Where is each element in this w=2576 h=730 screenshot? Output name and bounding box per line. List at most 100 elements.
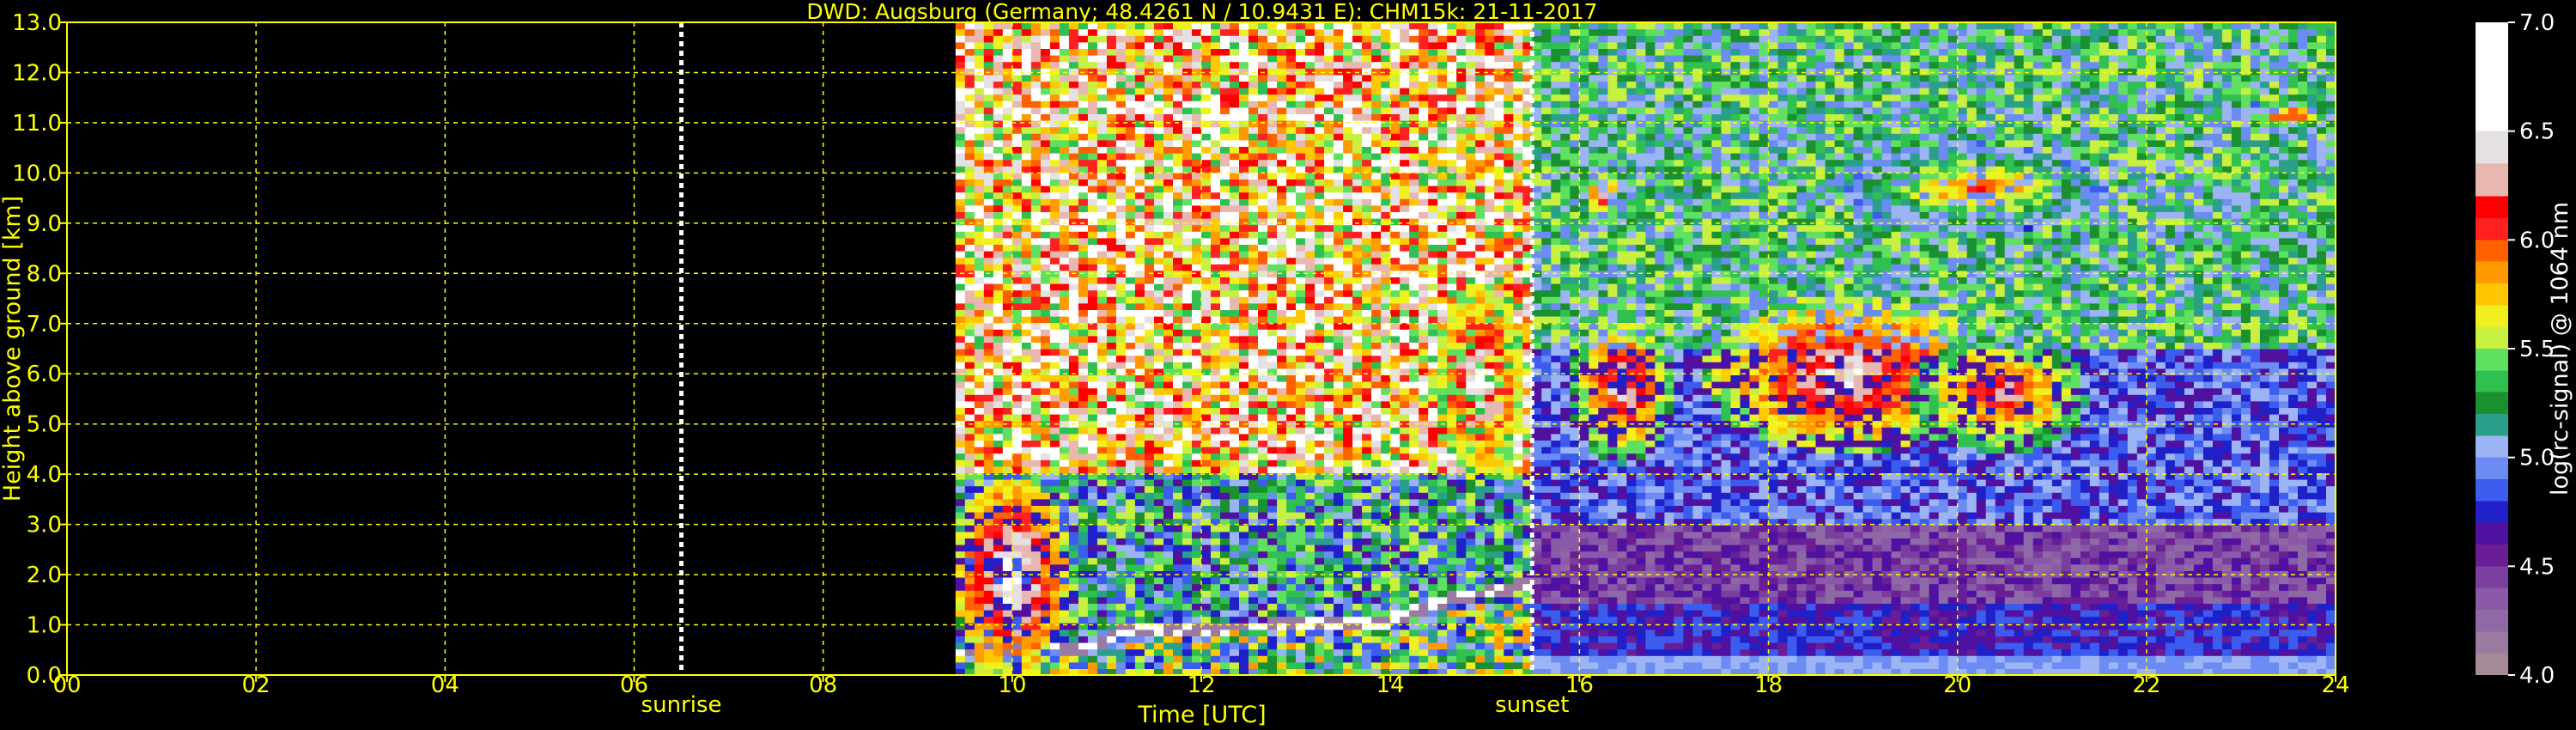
data-cell bbox=[1049, 211, 1060, 219]
data-cell bbox=[1030, 251, 1042, 259]
data-cell bbox=[1258, 186, 1268, 193]
data-cell bbox=[1305, 153, 1315, 161]
data-cell bbox=[1343, 211, 1353, 219]
data-cell bbox=[1182, 479, 1193, 487]
data-cell bbox=[1258, 374, 1268, 382]
data-cell bbox=[1163, 244, 1174, 252]
data-cell bbox=[1040, 655, 1051, 663]
data-cell bbox=[1249, 642, 1259, 650]
data-cell bbox=[1059, 362, 1070, 369]
data-cell bbox=[1296, 309, 1306, 317]
data-cell bbox=[1381, 74, 1391, 82]
data-cell bbox=[1125, 211, 1136, 219]
data-cell bbox=[1239, 316, 1249, 324]
data-cell bbox=[1115, 505, 1127, 513]
data-cell bbox=[1192, 590, 1202, 598]
data-cell bbox=[1343, 342, 1353, 350]
data-cell bbox=[1400, 224, 1410, 232]
data-cell bbox=[1068, 505, 1079, 513]
data-cell bbox=[1201, 166, 1212, 173]
data-cell bbox=[1040, 531, 1051, 538]
data-cell bbox=[1390, 257, 1400, 265]
data-cell bbox=[1192, 544, 1202, 552]
data-cell bbox=[1249, 218, 1259, 226]
data-cell bbox=[1068, 610, 1079, 617]
data-cell bbox=[1249, 302, 1259, 310]
data-cell bbox=[1230, 440, 1240, 447]
data-cell bbox=[1144, 237, 1155, 245]
data-cell bbox=[1078, 224, 1089, 232]
data-cell bbox=[1305, 204, 1315, 212]
data-cell bbox=[1381, 648, 1391, 656]
data-cell bbox=[1115, 106, 1127, 114]
data-cell bbox=[1315, 264, 1325, 271]
data-cell bbox=[1324, 374, 1334, 382]
data-cell bbox=[1115, 590, 1127, 598]
data-cell bbox=[974, 563, 985, 571]
data-cell bbox=[1334, 642, 1344, 650]
data-cell bbox=[1182, 414, 1193, 422]
data-cell bbox=[1134, 74, 1145, 82]
data-cell bbox=[1220, 531, 1230, 538]
data-cell bbox=[1125, 198, 1136, 206]
data-cell bbox=[1400, 153, 1410, 161]
data-cell bbox=[1352, 257, 1363, 265]
data-cell bbox=[1362, 583, 1372, 591]
data-cell bbox=[955, 544, 966, 552]
data-cell bbox=[1163, 648, 1174, 656]
data-cell bbox=[1125, 655, 1136, 663]
data-cell bbox=[1334, 61, 1344, 69]
data-cell bbox=[1097, 590, 1108, 598]
data-cell bbox=[1220, 88, 1230, 95]
data-cell bbox=[955, 648, 966, 656]
data-cell bbox=[1419, 616, 1429, 624]
data-cell bbox=[1409, 335, 1419, 343]
data-cell bbox=[1201, 563, 1212, 571]
data-cell bbox=[1220, 447, 1230, 454]
data-cell bbox=[1144, 505, 1155, 513]
data-cell bbox=[1230, 277, 1240, 284]
data-cell bbox=[1087, 525, 1098, 532]
data-cell bbox=[1324, 544, 1334, 552]
data-cell bbox=[1267, 35, 1278, 43]
data-cell bbox=[1097, 355, 1108, 362]
data-cell bbox=[1106, 289, 1117, 297]
data-cell bbox=[1059, 48, 1070, 56]
data-cell bbox=[1239, 661, 1249, 669]
data-cell bbox=[1324, 81, 1334, 88]
data-cell bbox=[1078, 374, 1089, 382]
data-cell bbox=[1012, 440, 1023, 447]
data-cell bbox=[1296, 400, 1306, 408]
data-cell bbox=[1334, 186, 1344, 193]
data-cell bbox=[1296, 362, 1306, 369]
data-cell bbox=[1192, 610, 1202, 617]
data-cell bbox=[1277, 35, 1287, 43]
data-cell bbox=[1040, 479, 1051, 487]
data-cell bbox=[1087, 629, 1098, 636]
data-cell bbox=[1059, 198, 1070, 206]
data-cell bbox=[1021, 616, 1032, 624]
data-cell bbox=[1371, 126, 1382, 134]
data-cell bbox=[993, 642, 1004, 650]
data-cell bbox=[1012, 538, 1023, 545]
data-cell bbox=[1106, 453, 1117, 460]
data-cell bbox=[1192, 244, 1202, 252]
data-cell bbox=[1163, 211, 1174, 219]
data-cell bbox=[1002, 198, 1013, 206]
data-cell bbox=[983, 81, 994, 88]
data-cell bbox=[1239, 427, 1249, 435]
data-cell bbox=[1040, 153, 1051, 161]
data-cell bbox=[1012, 296, 1023, 304]
data-cell bbox=[983, 603, 994, 611]
data-cell bbox=[955, 139, 966, 147]
data-cell bbox=[1154, 525, 1164, 532]
data-cell bbox=[1030, 179, 1042, 186]
data-cell bbox=[1097, 302, 1108, 310]
data-cell bbox=[1267, 211, 1278, 219]
data-cell bbox=[1249, 283, 1259, 291]
data-cell bbox=[1381, 100, 1391, 108]
data-cell bbox=[1211, 179, 1221, 186]
data-cell bbox=[1002, 55, 1013, 63]
data-cell bbox=[1021, 636, 1032, 643]
data-cell bbox=[1390, 55, 1400, 63]
